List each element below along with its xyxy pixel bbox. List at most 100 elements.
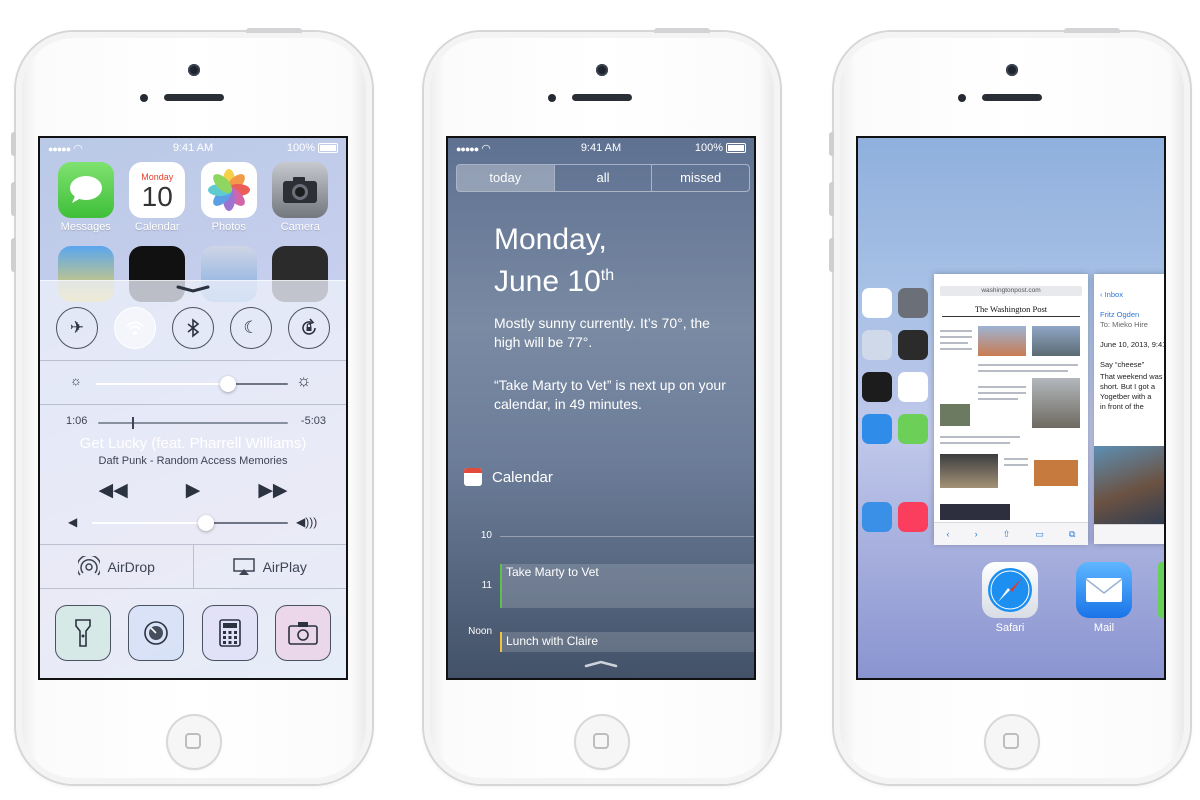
status-time: 9:41 AM <box>580 142 622 154</box>
rotation-lock-icon <box>302 317 316 335</box>
volume-fill <box>92 522 206 524</box>
mail-app-card[interactable]: ‹ Inbox Fritz Ogden To: Mieko Hire June … <box>1094 274 1164 544</box>
app-messages[interactable]: Messages <box>57 162 115 233</box>
home-button[interactable] <box>984 714 1040 770</box>
calendar-event[interactable]: Take Marty to Vet <box>500 564 754 608</box>
phone-screen: washingtonpost.com The Washington Post ‹… <box>856 136 1166 680</box>
messages-icon[interactable] <box>1158 562 1164 618</box>
tab-missed[interactable]: missed <box>651 165 749 191</box>
front-camera <box>1006 64 1018 76</box>
home-button[interactable] <box>166 714 222 770</box>
calendar-icon-date: 10 <box>141 181 173 212</box>
timer-button[interactable] <box>128 605 185 661</box>
mail-recipient: To: Mieko Hire <box>1100 320 1148 329</box>
calendar-section-header[interactable]: Calendar <box>464 468 553 486</box>
airplay-button[interactable]: AirPlay <box>192 545 347 588</box>
airplay-icon <box>232 557 255 575</box>
mute-switch <box>829 132 834 156</box>
airplane-mode-toggle[interactable]: ✈ <box>56 306 98 349</box>
volume-high-icon: ◀))) <box>296 515 318 529</box>
home-button[interactable] <box>574 714 630 770</box>
music-controls: 1:06 -5:03 Get Lucky (feat. Pharrell Wil… <box>40 405 346 545</box>
volume-up-button <box>829 182 834 216</box>
news-photo <box>978 326 1026 356</box>
proximity-sensor <box>140 94 148 102</box>
app-calendar[interactable]: Monday 10 Calendar <box>128 162 186 233</box>
mail-icon[interactable] <box>1076 562 1132 618</box>
brightness-high-icon: ☼ <box>296 371 312 390</box>
airdrop-button[interactable]: AirDrop <box>40 545 193 588</box>
wifi-toggle[interactable] <box>114 306 156 349</box>
app-camera[interactable]: Camera <box>271 162 329 233</box>
calendar-icon: Monday 10 <box>129 162 186 218</box>
passbook-icon <box>898 414 928 444</box>
do-not-disturb-toggle[interactable]: ☾ <box>230 306 272 349</box>
brightness-knob[interactable] <box>220 376 237 392</box>
news-photo <box>940 504 1010 520</box>
proximity-sensor <box>958 94 966 102</box>
volume-slider[interactable] <box>92 515 288 531</box>
phone-screen: ●●●●● ◠ 9:41 AM 100% today all missed Mo… <box>446 136 756 680</box>
front-camera <box>596 64 608 76</box>
status-bar: ●●●●● ◠ 9:41 AM 100% <box>448 138 754 158</box>
forward-icon[interactable]: › <box>975 529 978 539</box>
news-photo <box>1034 460 1078 486</box>
sleep-button <box>1064 28 1120 33</box>
back-icon[interactable]: ‹ <box>947 529 950 539</box>
bluetooth-toggle[interactable] <box>172 306 214 349</box>
phone-screen: ●●●●● ◠ 9:41 AM 100% Messages Monday 10 … <box>38 136 348 680</box>
next-track-icon[interactable]: ▶▶ <box>258 479 287 502</box>
iphone-notification-center: ●●●●● ◠ 9:41 AM 100% today all missed Mo… <box>424 28 780 784</box>
iphone-control-center: ●●●●● ◠ 9:41 AM 100% Messages Monday 10 … <box>11 28 372 784</box>
mail-back-label: Inbox <box>1104 290 1123 299</box>
news-photo <box>940 404 970 426</box>
date-day: June 10 <box>494 265 601 298</box>
app-photos[interactable]: Photos <box>200 162 258 233</box>
news-photo <box>1032 378 1080 428</box>
mail-subject: Say “cheese” <box>1100 360 1145 369</box>
game-center-icon <box>898 372 928 402</box>
hour-label: Noon <box>468 626 492 637</box>
calendar-icon <box>464 468 482 486</box>
camera-icon <box>288 622 319 645</box>
calculator-button[interactable] <box>201 605 258 661</box>
weather-summary: Mostly sunny currently. It’s 70°, the hi… <box>494 315 710 350</box>
photos-icon <box>200 162 257 218</box>
brightness-fill <box>96 383 229 385</box>
front-camera <box>188 64 200 76</box>
status-time: 9:41 AM <box>172 142 214 154</box>
dock-label: Safari <box>995 622 1025 634</box>
safari-icon[interactable] <box>982 562 1038 618</box>
safari-app-card[interactable]: washingtonpost.com The Washington Post <box>934 274 1088 544</box>
scrubber-marker[interactable] <box>132 417 135 429</box>
moon-icon: ☾ <box>243 317 259 337</box>
brightness-slider[interactable] <box>96 376 288 392</box>
newspaper-masthead: The Washington Post <box>942 304 1080 317</box>
song-progress-scrubber[interactable] <box>98 417 288 429</box>
elapsed-time: 1:06 <box>66 415 88 427</box>
camera-button[interactable] <box>275 605 332 661</box>
mail-photo <box>1094 446 1164 524</box>
calendar-event[interactable]: Lunch with Claire <box>500 632 754 652</box>
tab-all[interactable]: all <box>553 165 652 191</box>
previous-track-icon[interactable]: ◀◀ <box>98 479 127 502</box>
camera-icon <box>272 162 329 218</box>
rotation-lock-toggle[interactable] <box>288 306 330 349</box>
grabber-chevron-icon[interactable] <box>176 285 210 293</box>
calculator-icon <box>218 619 241 647</box>
volume-up-button <box>11 182 16 216</box>
share-icon[interactable]: ⇧ <box>1003 529 1011 540</box>
grabber-chevron-icon[interactable] <box>584 660 618 668</box>
play-icon[interactable]: ▶ <box>186 479 201 502</box>
wifi-icon <box>126 321 144 335</box>
volume-knob[interactable] <box>197 515 214 531</box>
quick-tools <box>40 593 346 673</box>
bookmarks-icon[interactable]: ▭ <box>1035 529 1044 540</box>
camera-icon <box>898 288 928 318</box>
flashlight-button[interactable] <box>54 605 111 661</box>
tab-today[interactable]: today <box>457 165 554 191</box>
airplane-icon: ✈ <box>69 317 85 337</box>
tabs-icon[interactable]: ⧉ <box>1069 529 1075 540</box>
maps-icon <box>862 330 892 360</box>
notification-tabs: today all missed <box>456 164 750 192</box>
